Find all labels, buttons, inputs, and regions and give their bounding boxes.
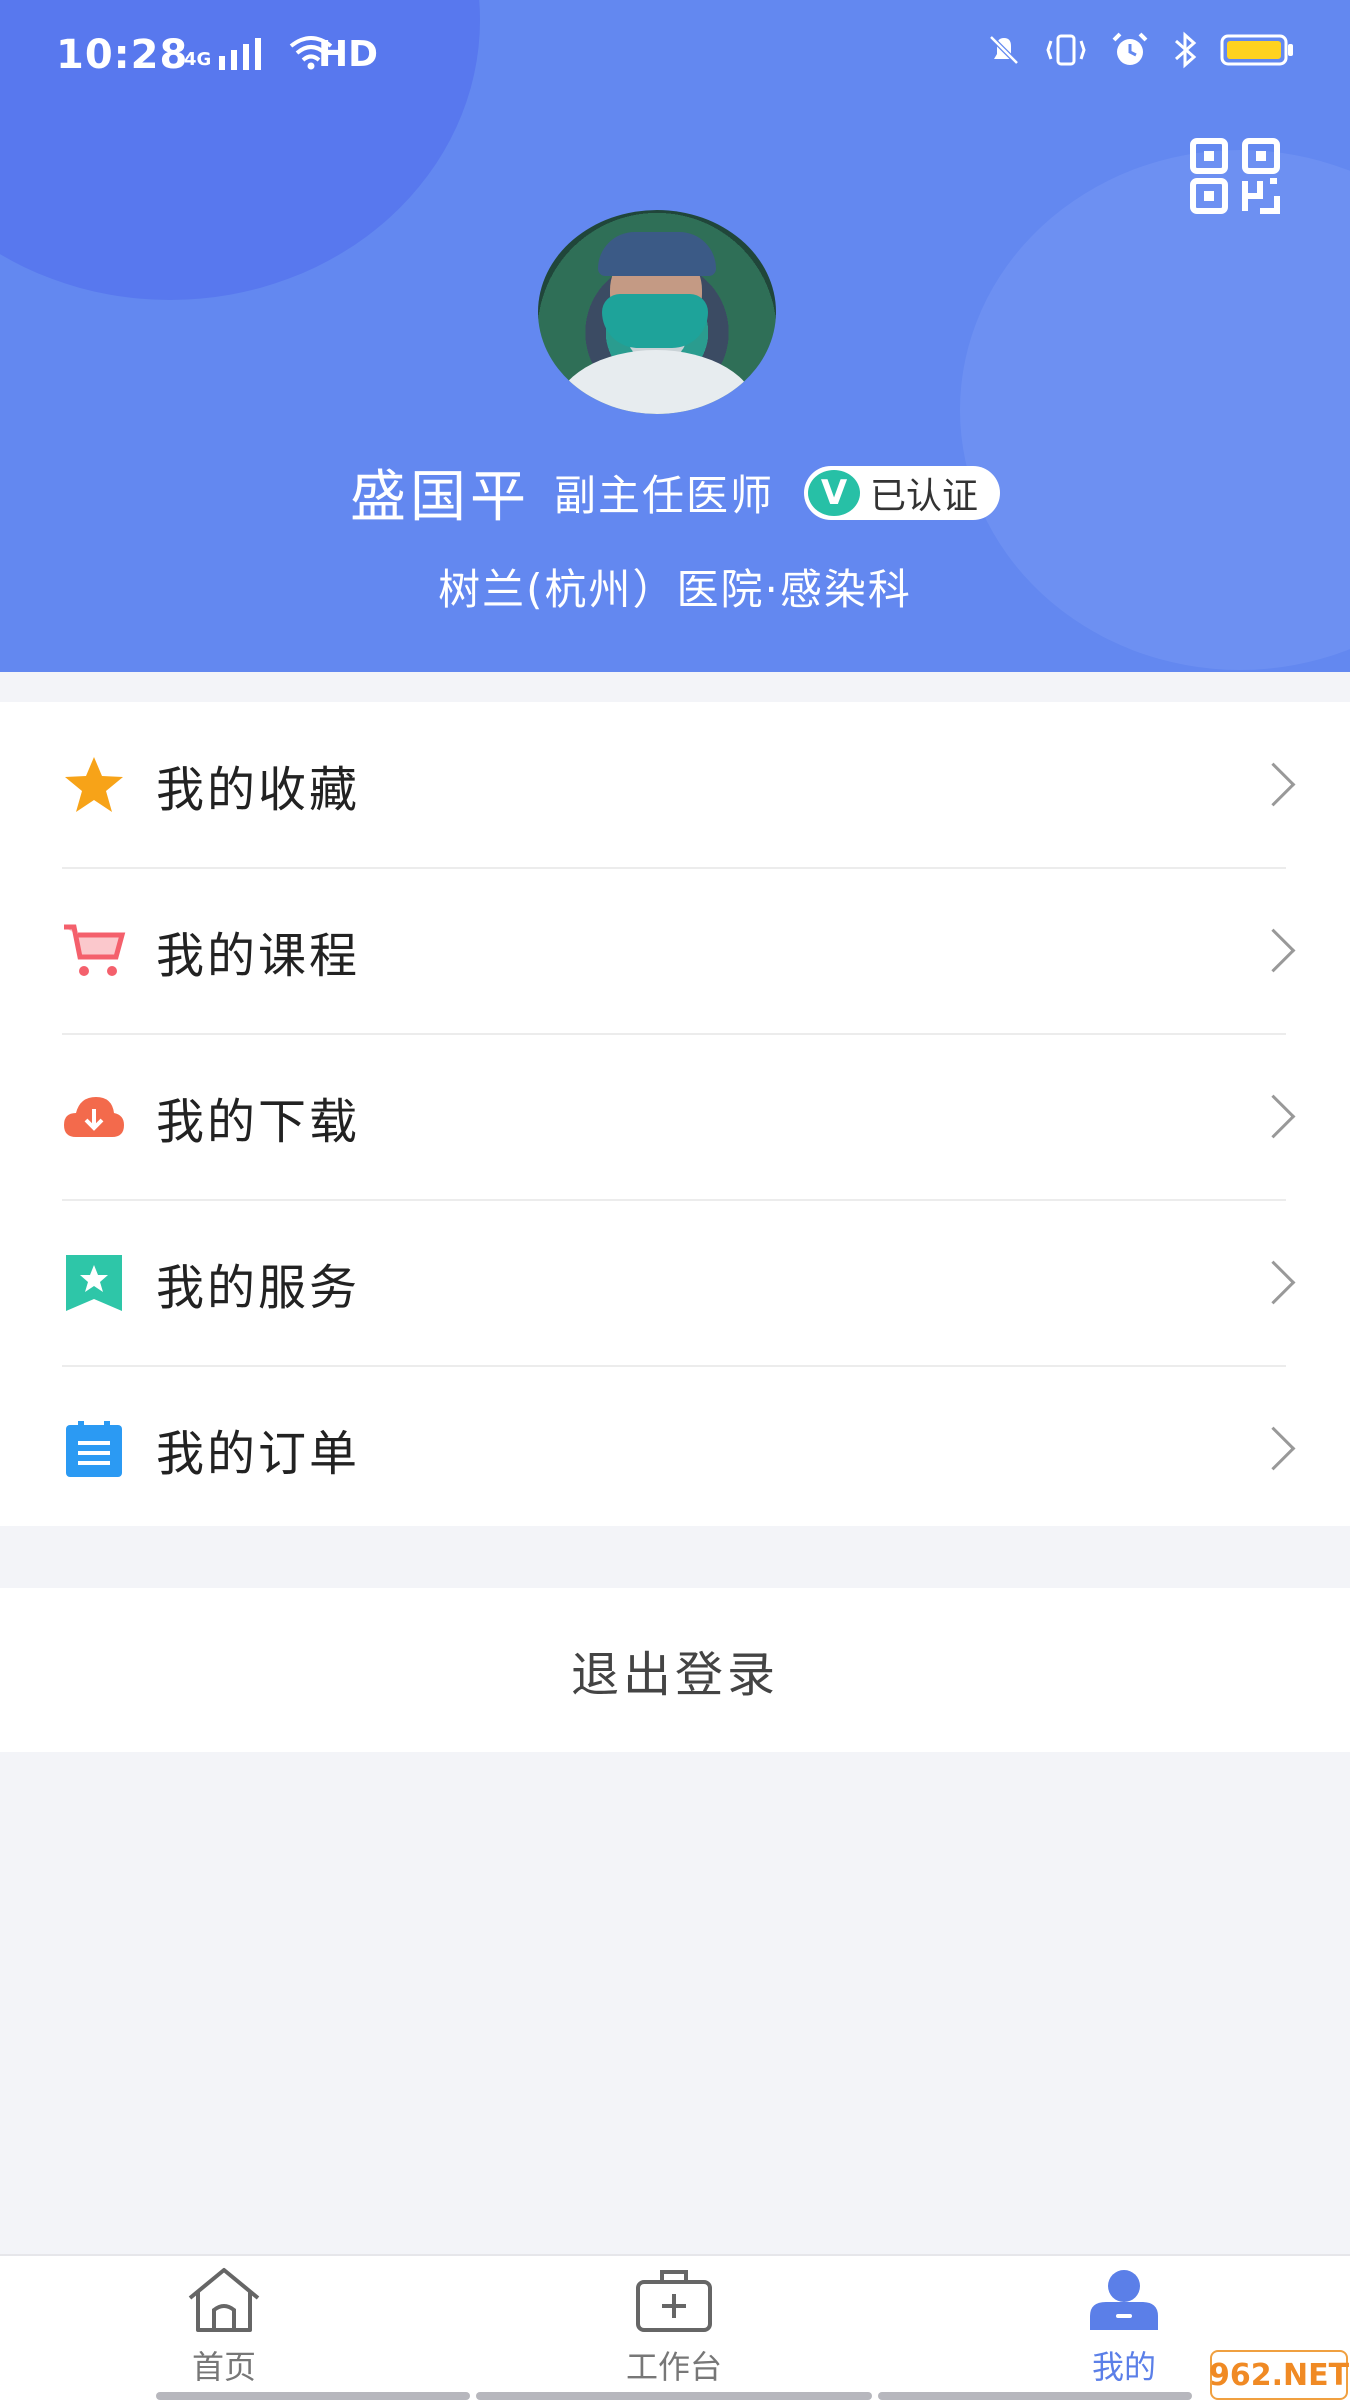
menu-item-downloads[interactable]: 我的下载 [0, 1034, 1350, 1199]
chevron-right-icon [1251, 1094, 1296, 1139]
menu-list: 我的收藏 我的课程 我的下载 我的服务 我的订单 [0, 702, 1350, 1526]
menu-item-orders[interactable]: 我的订单 [0, 1366, 1350, 1531]
logout-button[interactable]: 退出登录 [0, 1588, 1350, 1752]
watermark: 962.NET [1209, 2350, 1349, 2400]
status-bar: 10:28 4G HD [0, 0, 1350, 112]
menu-item-label: 我的服务 [156, 1259, 361, 1316]
medical-kit-icon [636, 2270, 712, 2332]
network-type: 4G [184, 49, 212, 70]
tab-mine[interactable]: 我的 [1024, 2266, 1224, 2396]
menu-item-label: 我的收藏 [156, 761, 361, 818]
cloud-download-icon [62, 1085, 126, 1149]
verified-badge: V 已认证 [804, 465, 1001, 520]
doctor-title: 副主任医师 [553, 471, 774, 520]
doctor-name-row: 盛国平 副主任医师 V 已认证 [0, 452, 1350, 533]
menu-item-courses[interactable]: 我的课程 [0, 868, 1350, 1033]
cart-icon [62, 919, 126, 983]
hospital-department: 树兰(杭州）医院·感染科 [438, 565, 912, 614]
avatar[interactable] [538, 210, 776, 414]
menu-item-label: 我的订单 [156, 1425, 361, 1482]
user-icon [1090, 2270, 1158, 2330]
home-icon [188, 2268, 260, 2332]
hd-indicator: HD [318, 34, 379, 75]
tab-workbench[interactable]: 工作台 [574, 2266, 774, 2396]
vibrate-icon [1046, 34, 1086, 66]
qr-code-icon[interactable] [1190, 138, 1280, 214]
chevron-right-icon [1251, 1260, 1296, 1305]
menu-item-favorites[interactable]: 我的收藏 [0, 702, 1350, 867]
menu-item-label: 我的下载 [156, 1093, 361, 1150]
doctor-name: 盛国平 [349, 465, 530, 530]
verified-label: 已认证 [870, 475, 979, 517]
verified-icon: V [808, 469, 860, 516]
tab-label: 我的 [1091, 2348, 1156, 2386]
status-time: 10:28 [56, 32, 189, 78]
bookmark-star-icon [62, 1251, 126, 1315]
bluetooth-icon [1175, 31, 1197, 69]
menu-item-services[interactable]: 我的服务 [0, 1200, 1350, 1365]
profile-header: 10:28 4G HD 盛国平 副主任医师 V 已认证 树兰(杭州）医院·感染科 [0, 0, 1350, 672]
chevron-right-icon [1251, 928, 1296, 973]
mute-bell-icon [989, 35, 1019, 65]
home-indicator [878, 2392, 1192, 2400]
tab-label: 工作台 [625, 2348, 722, 2386]
chevron-right-icon [1251, 1426, 1296, 1471]
bottom-tab-bar: 首页 工作台 我的 [0, 2254, 1350, 2402]
home-indicator [156, 2392, 470, 2400]
star-icon [62, 753, 126, 817]
clipboard-icon [62, 1417, 126, 1481]
menu-item-label: 我的课程 [156, 927, 361, 984]
tab-home[interactable]: 首页 [124, 2266, 324, 2396]
home-indicator [476, 2392, 872, 2400]
alarm-icon [1112, 32, 1148, 65]
tab-label: 首页 [191, 2348, 256, 2386]
battery-icon [1220, 34, 1293, 66]
signal-icon: 4G [184, 34, 335, 70]
chevron-right-icon [1251, 762, 1296, 807]
